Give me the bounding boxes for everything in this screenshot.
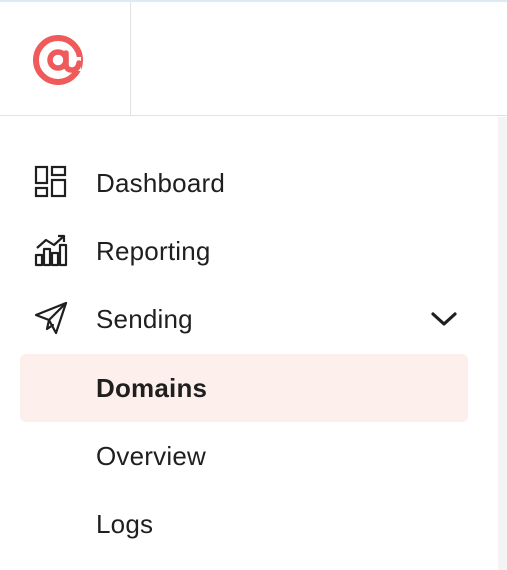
top-header (0, 2, 507, 116)
logo-container[interactable] (0, 2, 131, 115)
sidebar-subitem-overview[interactable]: Overview (20, 422, 468, 490)
sidebar-item-label: Reporting (96, 236, 211, 266)
dashboard-icon (34, 165, 67, 198)
sidebar-subitem-logs[interactable]: Logs (20, 490, 468, 558)
sidebar-item-sending[interactable]: Sending (20, 285, 468, 353)
sidebar-item-reporting[interactable]: Reporting (20, 217, 468, 285)
paper-plane-icon (34, 301, 68, 335)
app-frame: Dashboard Reporting Sending Domains Over… (0, 0, 507, 570)
sidebar-item-label: Sending (96, 304, 193, 334)
sidebar-subitem-domains[interactable]: Domains (20, 354, 468, 422)
reporting-chart-icon (34, 234, 68, 267)
at-sign-logo-icon (33, 35, 83, 85)
scrollbar-track[interactable] (498, 117, 507, 570)
sidebar-item-label: Dashboard (96, 168, 225, 198)
sidebar-subitem-label: Logs (96, 509, 154, 539)
sidebar-item-dashboard[interactable]: Dashboard (20, 149, 468, 217)
sidebar-subitem-label: Domains (96, 373, 208, 403)
sidebar-subitem-label: Overview (96, 441, 206, 471)
chevron-down-icon[interactable] (430, 307, 458, 331)
